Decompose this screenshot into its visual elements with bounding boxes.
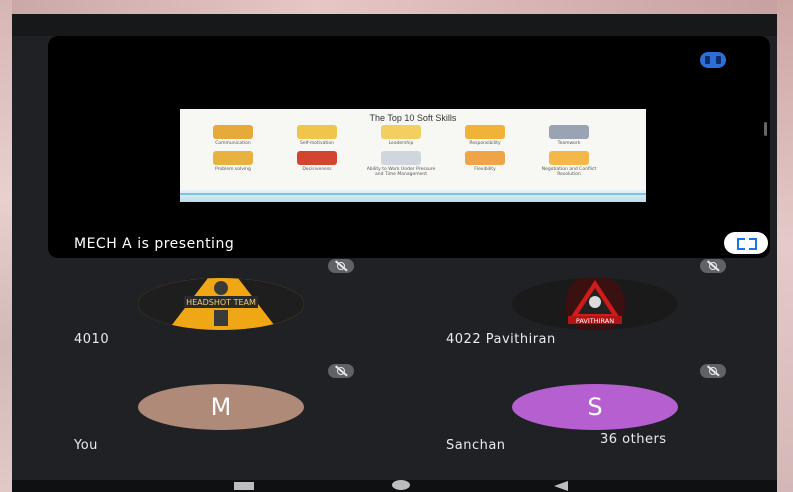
avatar-sanchan: S — [512, 384, 678, 430]
skill-item: Negotiation and Conflict Resolution — [530, 151, 608, 177]
slide-wave-decoration — [180, 190, 646, 202]
participant-name: 4022 Pavithiran — [446, 332, 556, 347]
mic-off-icon — [328, 364, 354, 378]
fullscreen-icon[interactable] — [724, 232, 768, 254]
svg-text:HEADSHOT TEAM: HEADSHOT TEAM — [186, 298, 256, 307]
skill-item: Decisiveness — [278, 151, 356, 172]
home-icon[interactable] — [392, 480, 410, 490]
participant-name: You — [74, 438, 98, 453]
skill-item: Communication — [194, 125, 272, 146]
background-left — [0, 0, 12, 492]
skill-item: Self-motivation — [278, 125, 356, 146]
skill-item: Teamwork — [530, 125, 608, 146]
background-top — [0, 0, 793, 14]
others-count[interactable]: 36 others — [596, 432, 671, 447]
skill-item: Flexibility — [446, 151, 524, 172]
recents-icon[interactable] — [234, 482, 254, 490]
skill-item: Problem solving — [194, 151, 272, 172]
scroll-handle[interactable] — [764, 122, 767, 136]
mic-off-icon — [328, 259, 354, 273]
pin-icon[interactable] — [700, 52, 726, 68]
status-bar — [12, 14, 777, 36]
mic-off-icon — [700, 259, 726, 273]
presentation-tile[interactable]: The Top 10 Soft Skills Communication Sel… — [48, 36, 770, 258]
slide-title: The Top 10 Soft Skills — [369, 113, 457, 123]
presenter-label: MECH A is presenting — [74, 236, 235, 252]
background-right — [777, 0, 793, 492]
avatar-you: M — [138, 384, 304, 430]
avatar-4022-pavithiran: PAVITHIRAN — [512, 278, 678, 330]
meet-screen: The Top 10 Soft Skills Communication Sel… — [12, 14, 777, 492]
skill-item: Responsibility — [446, 125, 524, 146]
mic-off-icon — [700, 364, 726, 378]
back-icon[interactable] — [554, 481, 568, 491]
avatar-4010: HEADSHOT TEAM — [138, 278, 304, 330]
system-nav-bar — [12, 480, 777, 492]
participant-name: Sanchan — [446, 438, 506, 453]
skill-item: Ability to Work Under Pressure and Time … — [362, 151, 440, 177]
participant-name: 4010 — [74, 332, 110, 347]
skill-item: Leadership — [362, 125, 440, 146]
shared-slide: The Top 10 Soft Skills Communication Sel… — [180, 109, 646, 202]
svg-text:PAVITHIRAN: PAVITHIRAN — [576, 317, 614, 325]
